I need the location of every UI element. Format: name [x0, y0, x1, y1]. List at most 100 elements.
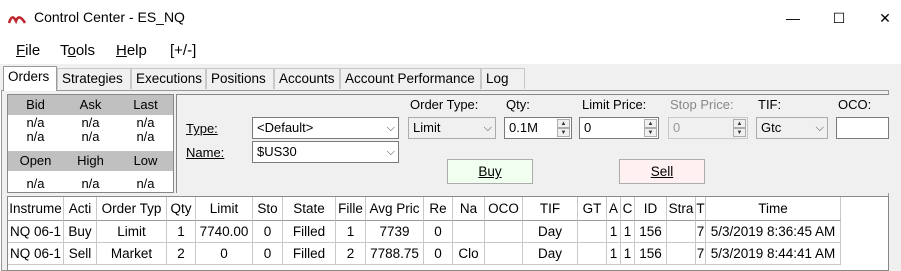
table-cell[interactable]: 7739: [366, 221, 424, 243]
column-header-8[interactable]: Fille: [336, 197, 366, 221]
tab-log[interactable]: Log: [481, 68, 525, 89]
limit-price-label: Limit Price:: [582, 97, 647, 112]
limit-price-stepper[interactable]: 0 ▲ ▼: [579, 117, 659, 139]
table-cell[interactable]: 0: [253, 221, 283, 243]
table-cell[interactable]: 0: [424, 221, 453, 243]
table-cell[interactable]: [667, 243, 696, 265]
table-cell[interactable]: Buy: [64, 221, 97, 243]
table-cell[interactable]: 7788.75: [366, 243, 424, 265]
menu-file-label: ile: [25, 42, 41, 59]
table-cell[interactable]: [485, 243, 523, 265]
table-cell[interactable]: Filled: [283, 221, 336, 243]
table-cell[interactable]: 0: [253, 243, 283, 265]
table-cell[interactable]: Day: [523, 243, 578, 265]
table-cell[interactable]: 5/3/2019 8:36:45 AM: [706, 221, 841, 243]
menu-help[interactable]: Help: [116, 42, 147, 59]
table-cell[interactable]: 1: [336, 221, 366, 243]
name-select[interactable]: $US30 ⌵: [252, 141, 399, 163]
column-header-1[interactable]: Instrume: [8, 197, 64, 221]
column-header-12[interactable]: OCO: [485, 197, 523, 221]
tab-executions[interactable]: Executions: [131, 68, 206, 89]
last-size: n/a: [136, 129, 155, 144]
column-header-20[interactable]: Time: [706, 197, 841, 221]
close-button[interactable]: ✕: [862, 0, 901, 36]
tab-account-performance[interactable]: Account Performance: [340, 68, 481, 89]
sell-button[interactable]: Sell: [619, 159, 705, 184]
table-cell[interactable]: 1: [621, 221, 635, 243]
order-type-label: Order Type:: [410, 97, 479, 112]
column-header-7[interactable]: State: [283, 197, 336, 221]
menu-tools[interactable]: Tools: [60, 42, 95, 59]
table-cell[interactable]: [453, 221, 485, 243]
column-header-2[interactable]: Acti: [64, 197, 97, 221]
menu-file[interactable]: File: [16, 42, 40, 59]
spin-up-icon[interactable]: ▲: [644, 119, 657, 128]
column-header-10[interactable]: Re: [424, 197, 453, 221]
vertical-scrollbar[interactable]: [889, 90, 901, 271]
column-header-4[interactable]: Qty: [167, 197, 196, 221]
name-label: Name:: [186, 145, 224, 160]
table-cell[interactable]: 156: [635, 221, 667, 243]
type-select[interactable]: <Default> ⌵: [252, 117, 399, 139]
column-header-18[interactable]: Stra: [667, 197, 696, 221]
table-cell[interactable]: [485, 221, 523, 243]
table-cell[interactable]: 0: [196, 243, 253, 265]
tab-positions[interactable]: Positions: [206, 68, 274, 89]
column-header-9[interactable]: Avg Pric: [366, 197, 424, 221]
orders-grid: Instrume Acti Order Typ Qty Limit Sto State Fil…: [7, 196, 889, 271]
table-cell[interactable]: 2: [336, 243, 366, 265]
order-type-select[interactable]: Limit ⌵: [408, 117, 496, 139]
table-cell[interactable]: 5/3/2019 8:44:41 AM: [706, 243, 841, 265]
column-header-6[interactable]: Sto: [253, 197, 283, 221]
table-cell[interactable]: 156: [635, 243, 667, 265]
table-cell[interactable]: Market: [97, 243, 167, 265]
table-cell[interactable]: Day: [523, 221, 578, 243]
table-cell[interactable]: [578, 243, 607, 265]
column-header-15[interactable]: A: [607, 197, 621, 221]
qty-stepper[interactable]: 0.1M ▲ ▼: [504, 117, 572, 139]
tif-select[interactable]: Gtc ⌵: [756, 117, 828, 139]
table-cell[interactable]: 1: [621, 243, 635, 265]
column-header-19[interactable]: T: [696, 197, 706, 221]
table-cell[interactable]: 2: [167, 243, 196, 265]
column-header-5[interactable]: Limit: [196, 197, 253, 221]
table-cell[interactable]: 1: [607, 243, 621, 265]
spin-down-icon[interactable]: ▼: [557, 128, 570, 137]
table-cell[interactable]: [578, 221, 607, 243]
tab-accounts[interactable]: Accounts: [274, 68, 340, 89]
table-cell[interactable]: Filled: [283, 243, 336, 265]
type-label-text: Type:: [186, 121, 218, 136]
tab-orders[interactable]: Orders: [3, 66, 57, 91]
menu-help-mnemonic: H: [116, 42, 127, 59]
menu-file-mnemonic: F: [16, 42, 26, 59]
table-cell[interactable]: Limit: [97, 221, 167, 243]
table-cell[interactable]: Clo: [453, 243, 485, 265]
buy-button[interactable]: Buy: [447, 159, 533, 184]
type-select-value: <Default>: [257, 120, 314, 135]
table-cell[interactable]: 7: [696, 221, 706, 243]
chevron-down-icon: ⌵: [815, 122, 824, 134]
column-header-13[interactable]: TIF: [523, 197, 578, 221]
menu-tools-prefix: T: [60, 42, 68, 59]
table-cell[interactable]: NQ 06-1: [8, 243, 64, 265]
table-cell[interactable]: 7740.00: [196, 221, 253, 243]
column-header-14[interactable]: GT: [578, 197, 607, 221]
table-cell[interactable]: Sell: [64, 243, 97, 265]
table-cell[interactable]: 1: [607, 221, 621, 243]
table-cell[interactable]: 1: [167, 221, 196, 243]
spin-up-icon[interactable]: ▲: [557, 119, 570, 128]
column-header-16[interactable]: C: [621, 197, 635, 221]
column-header-17[interactable]: ID: [635, 197, 667, 221]
table-cell[interactable]: [667, 221, 696, 243]
column-header-3[interactable]: Order Typ: [97, 197, 167, 221]
menu-expand[interactable]: [+/-]: [170, 42, 196, 59]
table-cell[interactable]: NQ 06-1: [8, 221, 64, 243]
table-cell[interactable]: 0: [424, 243, 453, 265]
spin-down-icon[interactable]: ▼: [644, 128, 657, 137]
column-header-11[interactable]: Na: [453, 197, 485, 221]
oco-input[interactable]: [836, 117, 889, 139]
maximize-button[interactable]: ☐: [816, 0, 862, 36]
table-cell[interactable]: 7: [696, 243, 706, 265]
tab-strategies[interactable]: Strategies: [57, 68, 131, 89]
minimize-button[interactable]: —: [770, 0, 816, 36]
